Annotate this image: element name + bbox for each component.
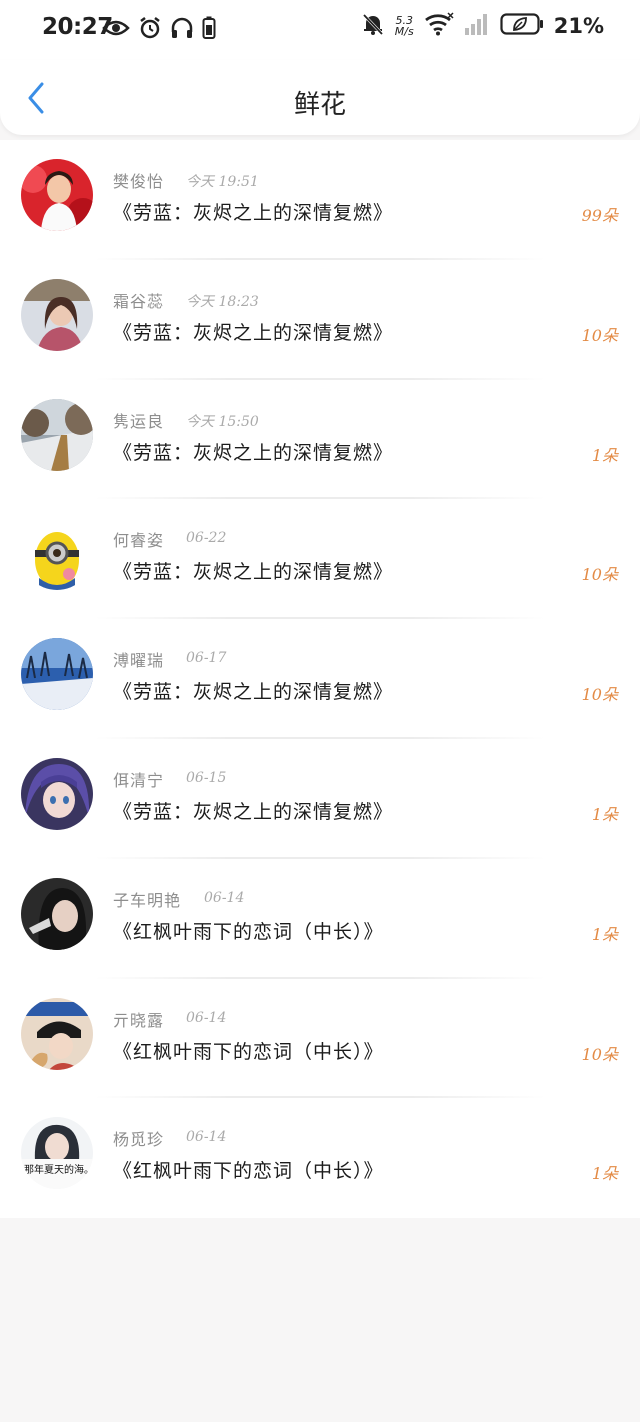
mute-bell-icon (361, 12, 385, 40)
work-title: 《劳蓝：灰烬之上的深情复燃》 (113, 202, 394, 224)
send-time: 今天 19:51 (186, 174, 259, 190)
sender-name: 樊俊怡 (113, 172, 165, 191)
sender-name: 杨觅珍 (113, 1130, 165, 1150)
battery-percent: 21% (553, 14, 604, 38)
flower-count: 1朵 (591, 445, 618, 465)
battery-saver-icon (500, 12, 544, 40)
flower-count: 10朵 (581, 325, 618, 345)
flower-count: 10朵 (581, 1044, 618, 1064)
list-item[interactable]: 隽运良 今天 15:50 《劳蓝：灰烬之上的深情复燃》 1朵 (0, 380, 640, 500)
sender-name: 子车明艳 (113, 890, 182, 910)
avatar-overlay-text: 那年夏天的海。 (24, 1163, 93, 1176)
list-item[interactable]: 霜谷蕊 今天 18:23 《劳蓝：灰烬之上的深情复燃》 10朵 (0, 260, 640, 380)
sender-name: 亓晓露 (113, 1010, 165, 1030)
flower-count: 1朵 (591, 804, 618, 824)
work-title: 《劳蓝：灰烬之上的深情复燃》 (113, 321, 394, 344)
list-item[interactable]: 佴清宁 06-15 《劳蓝：灰烬之上的深情复燃》 1朵 (0, 739, 640, 859)
alarm-clock-icon (138, 16, 162, 44)
flower-count: 10朵 (581, 685, 618, 705)
work-title: 《红枫叶雨下的恋词（中长）》 (113, 1160, 384, 1183)
avatar[interactable] (21, 518, 93, 591)
avatar[interactable] (21, 638, 93, 711)
list-item[interactable]: 樊俊怡 今天 19:51 《劳蓝：灰烬之上的深情复燃》 99朵 (0, 140, 640, 260)
status-bar: 20:27 5.3 M/s 21% (0, 0, 640, 60)
eye-icon (102, 18, 130, 42)
sender-name: 霜谷蕊 (113, 291, 165, 311)
send-time: 06-14 (186, 1129, 227, 1146)
sender-name: 何睿姿 (113, 531, 165, 551)
wifi-icon (424, 12, 454, 40)
flower-count: 99朵 (581, 206, 618, 225)
flower-count: 1朵 (591, 924, 618, 944)
work-title: 《劳蓝：灰烬之上的深情复燃》 (113, 561, 394, 584)
avatar[interactable]: 那年夏天的海。 (21, 1117, 93, 1190)
send-time: 06-14 (204, 889, 245, 906)
send-time: 06-22 (186, 530, 227, 547)
work-title: 《劳蓝：灰烬之上的深情复燃》 (113, 441, 394, 464)
sender-name: 溥曜瑞 (113, 651, 165, 671)
send-time: 今天 15:50 (186, 413, 259, 430)
send-time: 06-15 (186, 769, 227, 786)
device-battery-icon (202, 16, 216, 44)
flower-count: 1朵 (591, 1164, 618, 1184)
page-header: 鲜花 (0, 60, 640, 135)
work-title: 《红枫叶雨下的恋词（中长）》 (113, 1040, 384, 1063)
send-time: 今天 18:23 (186, 293, 259, 310)
avatar[interactable] (21, 997, 93, 1070)
flower-count: 10朵 (581, 565, 618, 585)
avatar[interactable] (21, 757, 93, 830)
page-title: 鲜花 (293, 90, 346, 120)
list-item[interactable]: 亓晓露 06-14 《红枫叶雨下的恋词（中长）》 10朵 (0, 979, 640, 1099)
sender-name: 佴清宁 (113, 770, 165, 790)
list-item[interactable]: 溥曜瑞 06-17 《劳蓝：灰烬之上的深情复燃》 10朵 (0, 619, 640, 739)
cellular-signal-icon (464, 12, 490, 40)
avatar[interactable] (21, 159, 93, 231)
send-time: 06-17 (186, 650, 227, 667)
work-title: 《劳蓝：灰烬之上的深情复燃》 (113, 681, 394, 704)
list-item[interactable]: 何睿姿 06-22 《劳蓝：灰烬之上的深情复燃》 10朵 (0, 499, 640, 620)
avatar[interactable] (21, 398, 93, 471)
flower-record-list: 樊俊怡 今天 19:51 《劳蓝：灰烬之上的深情复燃》 99朵 霜谷蕊 今天 1… (0, 140, 640, 1219)
sender-name: 隽运良 (113, 411, 165, 431)
network-speed: 5.3 M/s (394, 14, 414, 38)
headphones-icon (170, 17, 194, 43)
list-item[interactable]: 子车明艳 06-14 《红枫叶雨下的恋词（中长）》 1朵 (0, 859, 640, 979)
avatar[interactable] (21, 278, 93, 351)
work-title: 《劳蓝：灰烬之上的深情复燃》 (113, 800, 394, 823)
work-title: 《红枫叶雨下的恋词（中长）》 (113, 920, 384, 943)
avatar[interactable] (21, 877, 93, 950)
send-time: 06-14 (186, 1009, 227, 1026)
list-item[interactable]: 那年夏天的海。 杨觅珍 06-14 《红枫叶雨下的恋词（中长）》 1朵 (0, 1098, 640, 1218)
